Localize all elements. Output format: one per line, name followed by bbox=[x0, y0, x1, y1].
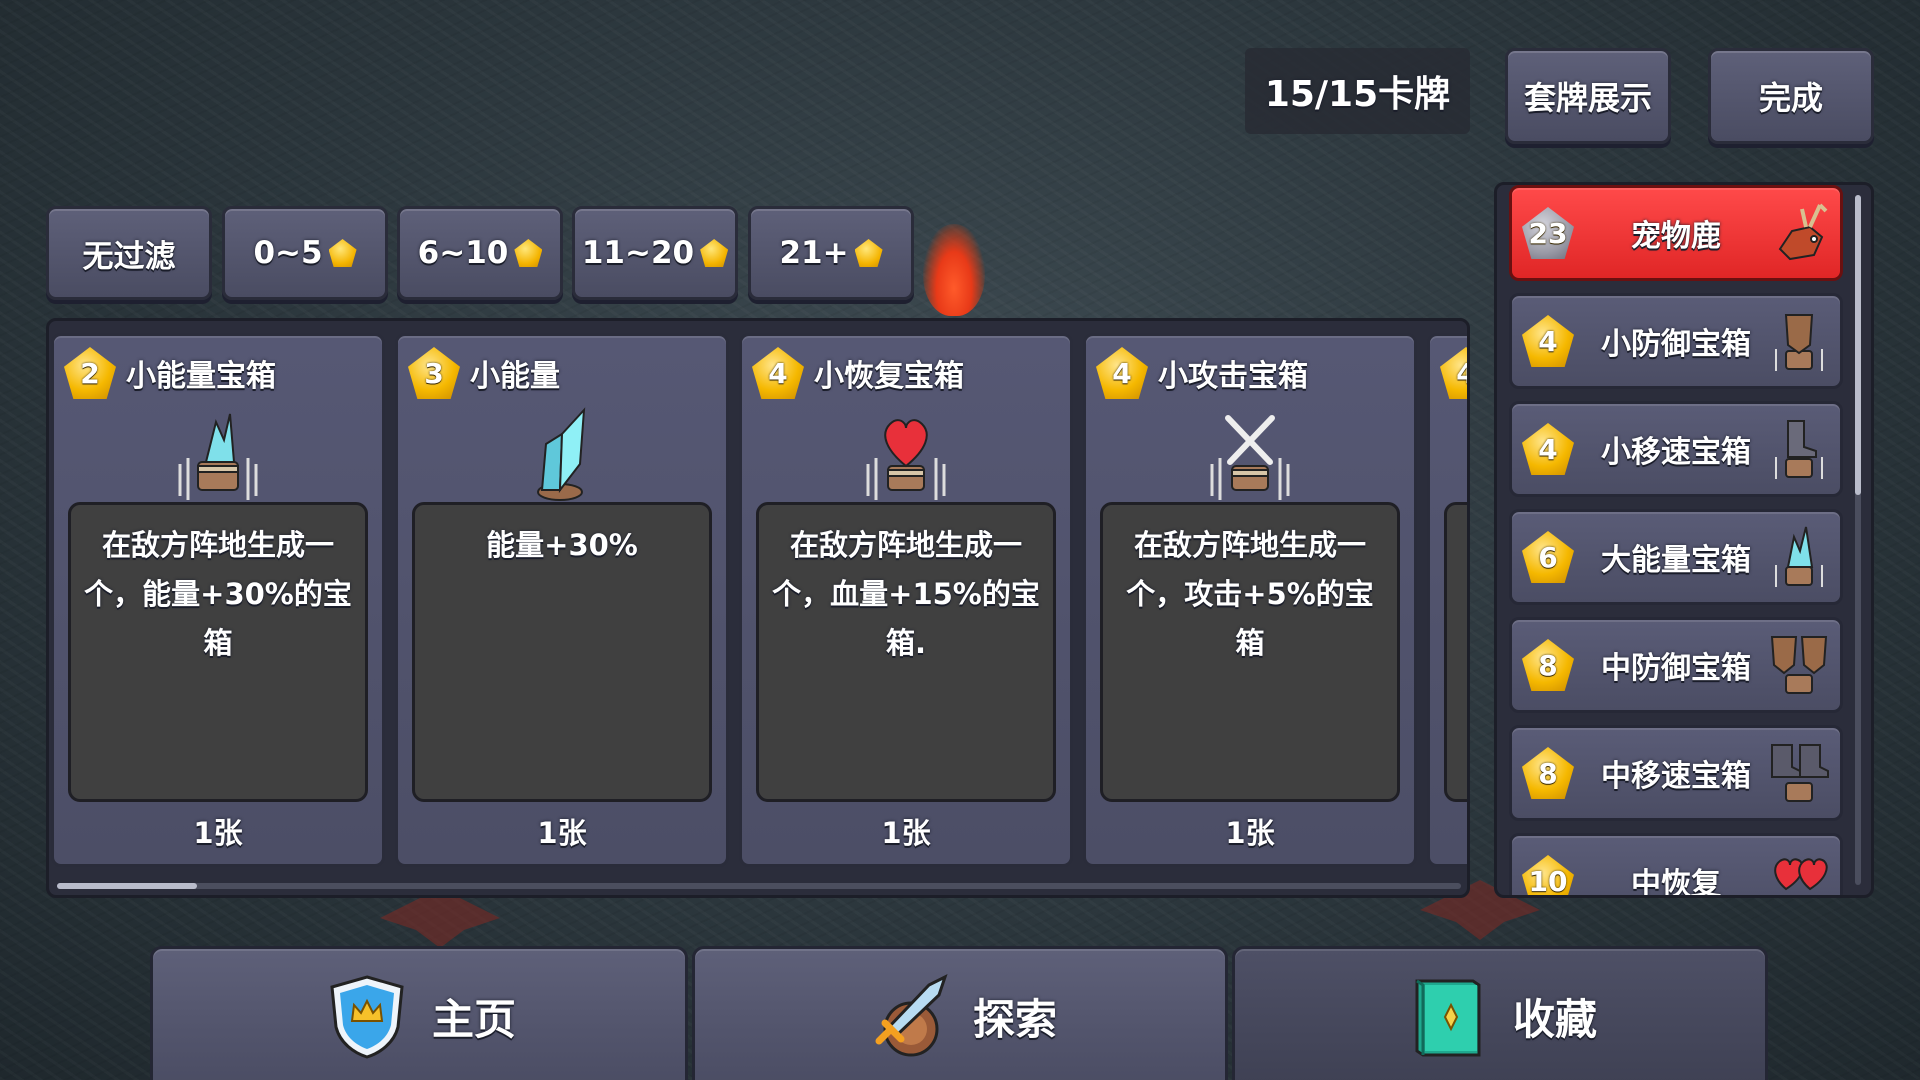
deck-item-small-defense-chest[interactable]: 4 小防御宝箱 bbox=[1509, 293, 1843, 389]
card-description: 在敌方阵地生成一个，能量+30%的宝箱 bbox=[68, 502, 368, 802]
book-icon bbox=[1415, 979, 1481, 1057]
cost-badge: 3 bbox=[408, 347, 460, 399]
swords-chest-icon bbox=[1210, 415, 1290, 500]
scrollbar-thumb[interactable] bbox=[57, 883, 197, 889]
shield-chest-icon bbox=[1770, 636, 1828, 694]
boot-chest-icon bbox=[1771, 744, 1829, 802]
heart-icon bbox=[1774, 858, 1828, 891]
card-quantity: 1张 bbox=[1225, 816, 1275, 850]
cost-badge: 4 bbox=[1440, 347, 1467, 399]
coin-icon bbox=[700, 239, 729, 267]
cost-badge: 2 bbox=[64, 347, 116, 399]
deck-item-medium-speed-chest[interactable]: 8 中移速宝箱 bbox=[1509, 725, 1843, 821]
nav-home-label: 主页 bbox=[431, 994, 516, 1044]
vertical-scrollbar[interactable] bbox=[1855, 195, 1861, 885]
card-item[interactable]: 4 在 bbox=[1427, 333, 1467, 867]
deck-item-medium-heal[interactable]: 10 中恢复 bbox=[1509, 833, 1843, 895]
coin-icon bbox=[328, 239, 357, 267]
nav-home-button[interactable]: 主页 bbox=[150, 946, 688, 1080]
done-button[interactable]: 完成 bbox=[1708, 48, 1874, 144]
card-count-label: 15/15卡牌 bbox=[1245, 48, 1470, 134]
crystal-chest-icon bbox=[1775, 526, 1823, 587]
coin-icon bbox=[854, 239, 883, 267]
card-description: 在敌方阵地生成一个，攻击+5%的宝箱 bbox=[1100, 502, 1400, 802]
card-name: 小能量 bbox=[470, 359, 560, 394]
filter-label: 0~5 bbox=[253, 235, 323, 271]
cost-badge: 4 bbox=[752, 347, 804, 399]
card-collection-panel[interactable]: 2 小能量宝箱 在敌方阵地生成一个，能量+30%的宝箱 1张 3 小能量 能量+… bbox=[46, 318, 1470, 898]
flame-decoration bbox=[923, 224, 985, 316]
card-name: 小攻击宝箱 bbox=[1158, 359, 1308, 394]
card-header: 2 小能量宝箱 bbox=[64, 347, 276, 399]
coin-icon bbox=[514, 239, 543, 267]
cost-badge: 4 bbox=[1096, 347, 1148, 399]
horizontal-scrollbar[interactable] bbox=[57, 883, 1461, 889]
deck-item-small-speed-chest[interactable]: 4 小移速宝箱 bbox=[1509, 401, 1843, 497]
card-header: 3 小能量 bbox=[408, 347, 560, 399]
filter-label: 6~10 bbox=[417, 235, 509, 271]
heart-chest-icon bbox=[866, 419, 946, 500]
crystal-chest-icon bbox=[178, 413, 258, 500]
card-header: 4 小恢复宝箱 bbox=[752, 347, 964, 399]
card-description: 在 bbox=[1444, 502, 1467, 802]
deck-item-medium-defense-chest[interactable]: 8 中防御宝箱 bbox=[1509, 617, 1843, 713]
card-quantity: 1张 bbox=[881, 816, 931, 850]
filter-label: 11~20 bbox=[581, 235, 695, 271]
boot-chest-icon bbox=[1775, 420, 1823, 479]
card-item[interactable]: 4 小恢复宝箱 在敌方阵地生成一个，血量+15%的宝箱. 1张 bbox=[739, 333, 1073, 867]
shield-crown-icon bbox=[330, 975, 404, 1059]
deck-item-pet-deer[interactable]: 23 宠物鹿 bbox=[1509, 185, 1843, 281]
filter-label: 无过滤 bbox=[82, 238, 176, 275]
deer-icon bbox=[1778, 203, 1828, 261]
shield-chest-icon bbox=[1775, 314, 1823, 371]
card-quantity: 1张 bbox=[193, 816, 243, 850]
nav-collection-button[interactable]: 收藏 bbox=[1232, 946, 1768, 1080]
sword-shield-icon bbox=[875, 974, 948, 1057]
card-name: 小能量宝箱 bbox=[126, 359, 276, 394]
filter-label: 21+ bbox=[779, 235, 849, 271]
crystal-icon bbox=[537, 407, 586, 501]
card-header: 4 小攻击宝箱 bbox=[1096, 347, 1308, 399]
filter-none-tab[interactable]: 无过滤 bbox=[46, 206, 212, 300]
deck-list-panel[interactable]: 23 宠物鹿 4 小防御宝箱 4 小移速宝箱 6 大能量宝箱 8 中防御宝箱 8… bbox=[1494, 182, 1874, 898]
filter-6-10-tab[interactable]: 6~10 bbox=[397, 206, 563, 300]
deck-show-button[interactable]: 套牌展示 bbox=[1505, 48, 1671, 144]
filter-21plus-tab[interactable]: 21+ bbox=[748, 206, 914, 300]
card-description: 在敌方阵地生成一个，血量+15%的宝箱. bbox=[756, 502, 1056, 802]
card-item[interactable]: 4 小攻击宝箱 在敌方阵地生成一个，攻击+5%的宝箱 1张 bbox=[1083, 333, 1417, 867]
card-header: 4 bbox=[1440, 347, 1467, 399]
card-item[interactable]: 2 小能量宝箱 在敌方阵地生成一个，能量+30%的宝箱 1张 bbox=[51, 333, 385, 867]
card-name: 小恢复宝箱 bbox=[814, 359, 964, 394]
nav-explore-button[interactable]: 探索 bbox=[692, 946, 1228, 1080]
filter-11-20-tab[interactable]: 11~20 bbox=[572, 206, 738, 300]
card-description: 能量+30% bbox=[412, 502, 712, 802]
card-item[interactable]: 3 小能量 能量+30% 1张 bbox=[395, 333, 729, 867]
nav-explore-label: 探索 bbox=[972, 994, 1057, 1044]
deck-item-large-energy-chest[interactable]: 6 大能量宝箱 bbox=[1509, 509, 1843, 605]
scrollbar-thumb[interactable] bbox=[1855, 195, 1861, 495]
nav-collection-label: 收藏 bbox=[1512, 994, 1597, 1044]
card-quantity: 1张 bbox=[537, 816, 587, 850]
filter-0-5-tab[interactable]: 0~5 bbox=[222, 206, 388, 300]
